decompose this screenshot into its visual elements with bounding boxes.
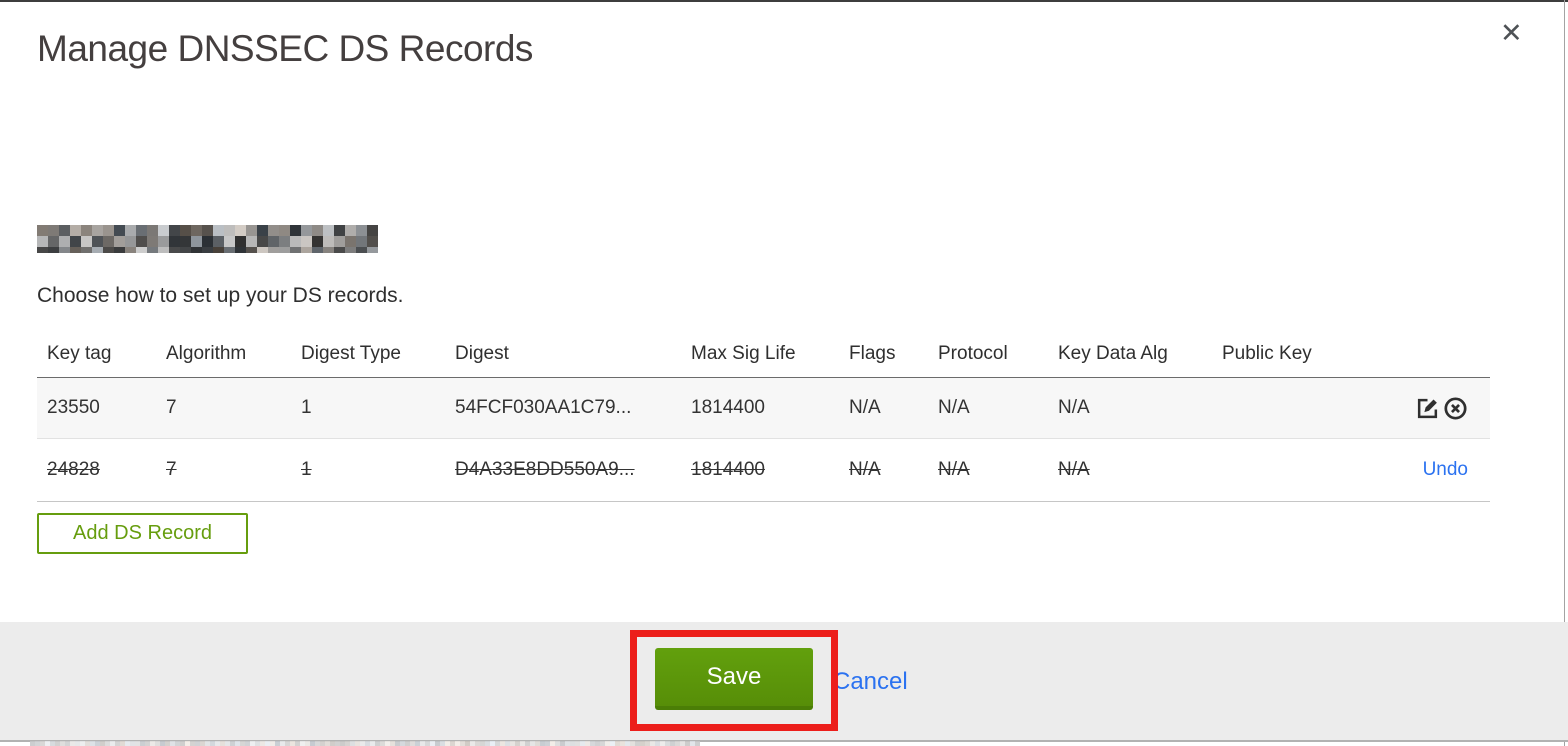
cell-digest: D4A33E8DD550A9...	[455, 459, 635, 480]
window-top-edge	[0, 0, 1568, 2]
cell-max-sig-life: 1814400	[691, 459, 765, 480]
cell-protocol: N/A	[938, 459, 970, 480]
close-icon[interactable]: ✕	[1500, 20, 1523, 47]
cell-digest: 54FCF030AA1C79...	[455, 397, 632, 418]
cell-key-tag: 24828	[47, 459, 100, 480]
col-header-protocol: Protocol	[938, 342, 1008, 364]
save-button[interactable]: Save	[655, 648, 813, 710]
undo-link[interactable]: Undo	[1423, 459, 1468, 481]
edit-icon[interactable]	[1415, 396, 1440, 421]
row-actions	[1360, 396, 1480, 421]
manage-dnssec-modal: Manage DNSSEC DS Records ✕ Choose how to…	[0, 0, 1568, 746]
ds-records-table: Key tag Algorithm Digest Type Digest Max…	[37, 330, 1490, 502]
col-header-key-tag: Key tag	[47, 342, 112, 364]
table-row-marked-for-deletion: 24828 7 1 D4A33E8DD550A9... 1814400 N/A …	[37, 438, 1490, 502]
intro-text: Choose how to set up your DS records.	[37, 284, 404, 307]
col-header-public-key: Public Key	[1222, 342, 1312, 364]
cell-algorithm: 7	[166, 397, 177, 418]
col-header-key-data-alg: Key Data Alg	[1058, 342, 1168, 364]
page-title: Manage DNSSEC DS Records	[37, 28, 533, 69]
col-header-algorithm: Algorithm	[166, 342, 247, 364]
cell-digest-type: 1	[301, 459, 312, 480]
cell-flags: N/A	[849, 459, 881, 480]
cell-key-tag: 23550	[47, 397, 100, 418]
cell-digest-type: 1	[301, 397, 312, 418]
cell-algorithm: 7	[166, 459, 177, 480]
col-header-flags: Flags	[849, 342, 896, 364]
col-header-max-sig-life: Max Sig Life	[691, 342, 796, 364]
cell-key-data-alg: N/A	[1058, 397, 1090, 418]
col-header-digest-type: Digest Type	[301, 342, 401, 364]
cell-protocol: N/A	[938, 397, 970, 418]
redacted-domain-name	[37, 225, 386, 253]
table-row: 23550 7 1 54FCF030AA1C79... 1814400 N/A …	[37, 378, 1490, 438]
redacted-background-content	[30, 741, 702, 746]
cell-max-sig-life: 1814400	[691, 397, 765, 418]
col-header-digest: Digest	[455, 342, 509, 364]
cancel-link[interactable]: Cancel	[833, 668, 908, 696]
cell-flags: N/A	[849, 397, 881, 418]
table-header-row: Key tag Algorithm Digest Type Digest Max…	[37, 330, 1490, 378]
add-ds-record-button[interactable]: Add DS Record	[37, 513, 248, 554]
circle-x-icon[interactable]	[1443, 396, 1468, 421]
row-actions: Undo	[1360, 459, 1480, 481]
cell-key-data-alg: N/A	[1058, 459, 1090, 480]
